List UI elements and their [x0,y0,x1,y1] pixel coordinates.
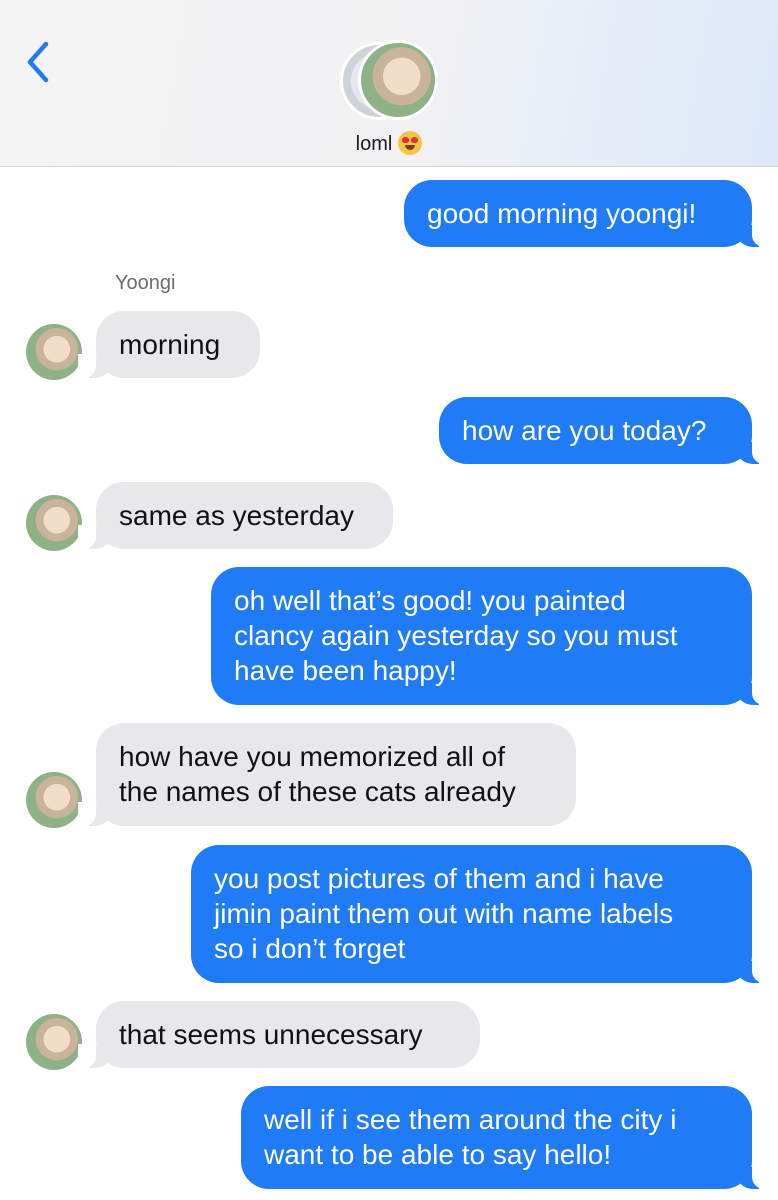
message-sent[interactable]: oh well that’s good! you painted clancy … [211,567,770,705]
chevron-left-icon [27,41,49,83]
conversation-header: loml [0,0,778,167]
sender-avatar[interactable] [26,324,82,380]
message-sent[interactable]: you post pictures of them and i have jim… [191,845,770,983]
message-received[interactable]: that seems unnecessary [78,1001,480,1068]
contact-name: loml [355,133,393,155]
message-sent[interactable]: well if i see them around the city i wan… [241,1086,770,1189]
message-sent[interactable]: good morning yoongi! [404,180,770,247]
message-received[interactable]: same as yesterday [78,482,393,549]
sender-name: Yoongi [115,272,176,294]
message-sent[interactable]: how are you today? [439,397,770,464]
contact-avatar[interactable] [340,40,440,120]
heart-eyes-emoji-icon [398,131,423,155]
sender-avatar[interactable] [26,1014,82,1070]
sender-avatar[interactable] [26,772,82,828]
back-button[interactable] [22,40,56,84]
sender-avatar[interactable] [26,495,82,551]
contact-name-row[interactable]: loml [0,131,778,156]
message-received[interactable]: morning [78,311,260,378]
avatar-primary [358,40,438,120]
message-received[interactable]: how have you memorized all of the names … [78,723,576,826]
